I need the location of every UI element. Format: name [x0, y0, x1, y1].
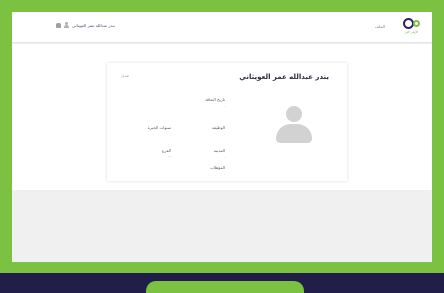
skills-label: المؤهلات [210, 165, 225, 170]
user-menu[interactable]: بندر عبدالله عمر العويثاني [52, 22, 115, 28]
join-date-label: تاريخ التعاقد [205, 97, 225, 102]
experience-value: - [169, 132, 171, 136]
user-icon [64, 22, 69, 28]
avatar-head [286, 106, 302, 122]
profile-name: بندر عبدالله عمر العويثاني [239, 73, 329, 81]
edit-profile-link[interactable]: تعديل [121, 74, 129, 78]
user-name: بندر عبدالله عمر العويثاني [72, 22, 115, 28]
city-value: - [223, 155, 225, 159]
job-value: - [223, 132, 225, 136]
app-screen: الأوفر كلين الملف بندر عبدالله عمر العوي… [12, 12, 432, 262]
job-label: الوظيفة [212, 125, 225, 130]
grade-label: الفرع [162, 148, 171, 153]
experience-label: سنوات الخبرة [147, 125, 171, 130]
top-bar: الأوفر كلين الملف بندر عبدالله عمر العوي… [12, 12, 432, 43]
bell-icon[interactable] [56, 22, 61, 28]
logo-ring-green [413, 20, 420, 27]
avatar-placeholder-icon [274, 103, 314, 143]
nav-link-profile[interactable]: الملف [375, 24, 385, 29]
app-logo[interactable]: الأوفر كلين [398, 18, 420, 36]
grade-value: --- [167, 154, 171, 158]
join-date-value: - [223, 104, 225, 108]
profile-card: بندر عبدالله عمر العويثاني تعديل تاريخ ا… [107, 63, 347, 181]
main-content: بندر عبدالله عمر العويثاني تعديل تاريخ ا… [12, 44, 432, 190]
avatar-body [276, 124, 312, 143]
logo-text: الأوفر كلين [404, 30, 418, 34]
bottom-action-tab[interactable] [146, 281, 304, 293]
skills-value: - [223, 172, 225, 176]
city-label: المدينة [213, 148, 225, 153]
device-frame: الأوفر كلين الملف بندر عبدالله عمر العوي… [0, 0, 444, 273]
